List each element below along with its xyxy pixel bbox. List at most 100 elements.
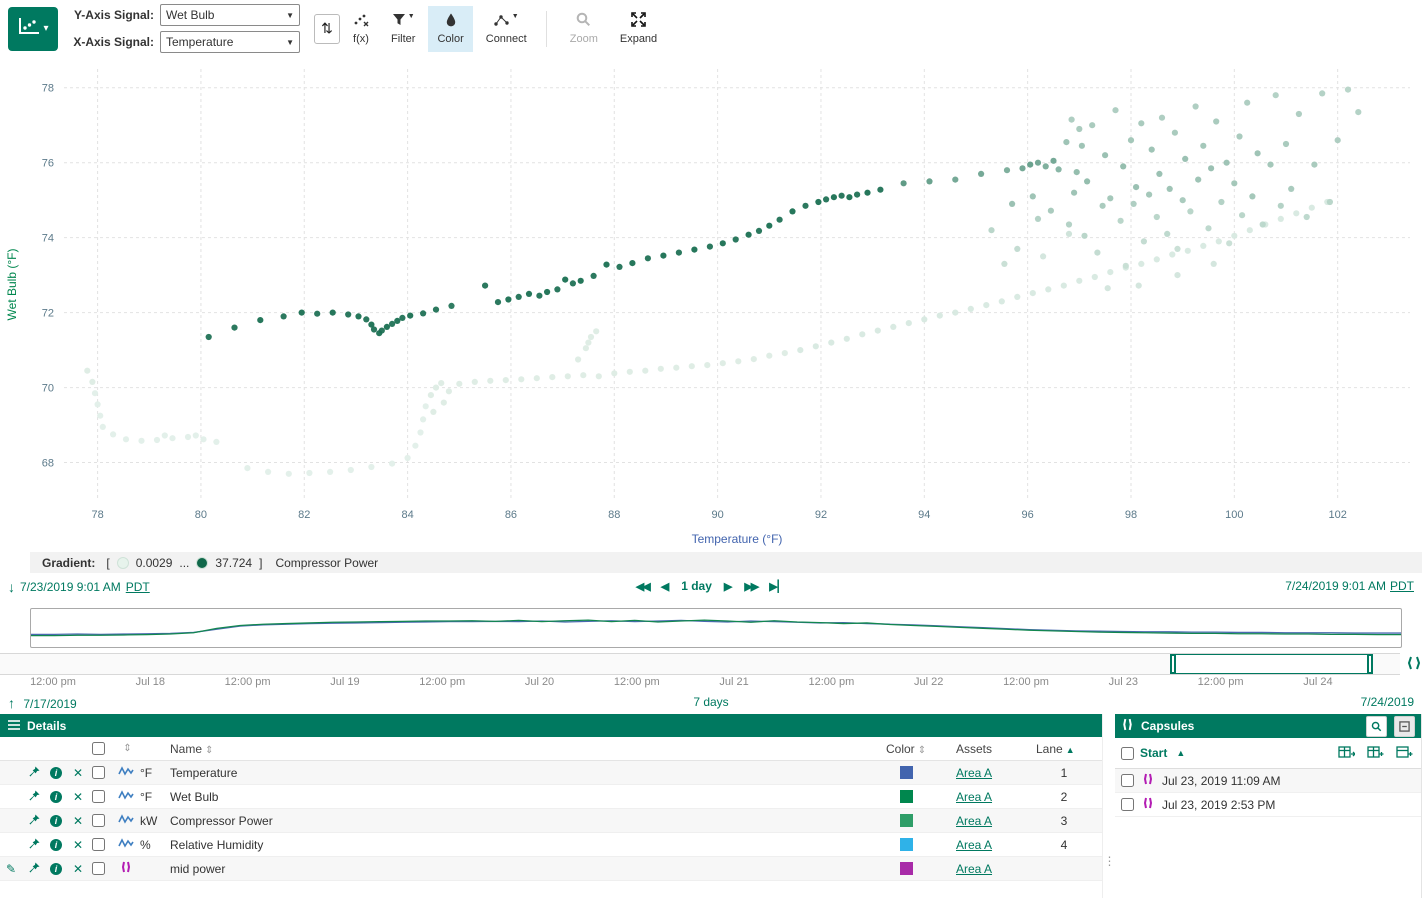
investigate-end-link[interactable]: 7/24/2019 bbox=[1361, 695, 1414, 709]
pin-icon[interactable] bbox=[22, 862, 46, 876]
scatter-chart[interactable]: 7880828486889092949698100102687072747678… bbox=[0, 57, 1422, 552]
sort-asc-icon: ▲ bbox=[1066, 745, 1075, 755]
capsule-checkbox[interactable] bbox=[1121, 774, 1134, 787]
info-icon[interactable]: i bbox=[50, 839, 62, 851]
capsules-search-button[interactable] bbox=[1366, 716, 1387, 737]
color-swatch[interactable] bbox=[900, 838, 913, 851]
capsules-select-all-checkbox[interactable] bbox=[1121, 747, 1134, 760]
timeline-axis: 12:00 pmJul 1812:00 pmJul 1912:00 pmJul … bbox=[0, 676, 1422, 690]
lane-column-header[interactable]: Lane bbox=[1036, 742, 1063, 756]
timeline-capsules-icon[interactable] bbox=[1406, 656, 1422, 673]
capsules-collapse-button[interactable] bbox=[1394, 716, 1415, 737]
info-icon[interactable]: i bbox=[50, 863, 62, 875]
step-forward-icon[interactable]: ▶ bbox=[724, 580, 732, 593]
asset-link[interactable]: Area A bbox=[956, 838, 1036, 852]
timeline-track[interactable] bbox=[0, 653, 1400, 675]
select-all-checkbox[interactable] bbox=[92, 742, 105, 755]
svg-text:98: 98 bbox=[1125, 509, 1137, 521]
edit-pencil-icon[interactable]: ✎ bbox=[0, 862, 22, 876]
asset-link[interactable]: Area A bbox=[956, 862, 1036, 876]
selection-left-handle[interactable] bbox=[1170, 654, 1176, 674]
start-column-header[interactable]: Start bbox=[1140, 746, 1167, 760]
duration-label[interactable]: 1 day bbox=[681, 579, 712, 593]
top-toolbar: ▾ Y-Axis Signal: Wet Bulb▼ X-Axis Signal… bbox=[0, 0, 1422, 57]
lane-number: 2 bbox=[1036, 790, 1092, 804]
y-axis-label: Y-Axis Signal: bbox=[70, 8, 154, 22]
fx-icon bbox=[353, 13, 369, 30]
selection-right-handle[interactable] bbox=[1367, 654, 1373, 674]
row-checkbox[interactable] bbox=[92, 814, 105, 827]
timeline-label: Jul 19 bbox=[330, 676, 359, 688]
pin-icon[interactable] bbox=[22, 766, 46, 780]
table-plus-icon[interactable] bbox=[1367, 745, 1384, 762]
pin-icon[interactable] bbox=[22, 814, 46, 828]
sort-icon[interactable]: ⇕ bbox=[918, 745, 926, 756]
timezone-link[interactable]: PDT bbox=[1390, 579, 1414, 593]
table-plus-icon[interactable] bbox=[1396, 745, 1413, 762]
panel-splitter[interactable]: ⋮ bbox=[1102, 714, 1115, 898]
timeline-label: 12:00 pm bbox=[614, 676, 660, 688]
assets-column-header[interactable]: Assets bbox=[956, 742, 1036, 756]
remove-icon[interactable]: ✕ bbox=[68, 766, 88, 780]
remove-icon[interactable]: ✕ bbox=[68, 814, 88, 828]
capsule-checkbox[interactable] bbox=[1121, 798, 1134, 811]
pin-icon[interactable] bbox=[22, 790, 46, 804]
sort-icon[interactable]: ⇕ bbox=[205, 745, 213, 756]
details-icon bbox=[8, 719, 20, 733]
display-end-link[interactable]: 7/24/2019 9:01 AM bbox=[1285, 579, 1386, 593]
remove-icon[interactable]: ✕ bbox=[68, 790, 88, 804]
step-forward-half-icon[interactable]: ▶▶ bbox=[744, 580, 757, 593]
x-axis-select[interactable]: Temperature▼ bbox=[160, 31, 300, 53]
svg-text:80: 80 bbox=[195, 509, 207, 521]
gradient-max-value: 37.724 bbox=[215, 556, 252, 570]
range-duration-link[interactable]: 7 days bbox=[693, 695, 728, 709]
trend-overview[interactable] bbox=[30, 608, 1402, 648]
filter-button[interactable]: ▼ Filter bbox=[382, 6, 424, 52]
connect-button[interactable]: ▼ Connect bbox=[477, 6, 536, 52]
step-to-now-icon[interactable]: ▶▏ bbox=[769, 580, 786, 593]
timeline-label: 12:00 pm bbox=[1003, 676, 1049, 688]
swap-axes-button[interactable]: ⇅ bbox=[314, 14, 340, 44]
table-row: ✎ i ✕ mid power Area A bbox=[0, 857, 1102, 881]
color-button[interactable]: Color bbox=[428, 6, 472, 52]
pin-icon[interactable] bbox=[22, 838, 46, 852]
row-checkbox[interactable] bbox=[92, 790, 105, 803]
table-arrow-icon[interactable] bbox=[1338, 745, 1355, 762]
color-column-header[interactable]: Color bbox=[886, 742, 915, 756]
scatter-plot-icon bbox=[17, 17, 41, 40]
row-checkbox[interactable] bbox=[92, 838, 105, 851]
color-swatch[interactable] bbox=[900, 862, 913, 875]
asset-link[interactable]: Area A bbox=[956, 814, 1036, 828]
color-swatch[interactable] bbox=[900, 790, 913, 803]
asset-link[interactable]: Area A bbox=[956, 766, 1036, 780]
remove-icon[interactable]: ✕ bbox=[68, 862, 88, 876]
info-icon[interactable]: i bbox=[50, 815, 62, 827]
condition-icon bbox=[1142, 797, 1154, 812]
svg-text:Temperature (°F): Temperature (°F) bbox=[692, 532, 783, 546]
asset-link[interactable]: Area A bbox=[956, 790, 1036, 804]
info-icon[interactable]: i bbox=[50, 767, 62, 779]
remove-icon[interactable]: ✕ bbox=[68, 838, 88, 852]
row-checkbox[interactable] bbox=[92, 862, 105, 875]
info-icon[interactable]: i bbox=[50, 791, 62, 803]
color-swatch[interactable] bbox=[900, 766, 913, 779]
lane-number: 3 bbox=[1036, 814, 1092, 828]
chevron-down-icon: ▼ bbox=[286, 11, 294, 20]
expand-button[interactable]: Expand bbox=[611, 6, 666, 52]
investigate-start-link[interactable]: 7/17/2019 bbox=[23, 697, 76, 711]
scatter-plot-view-button[interactable]: ▾ bbox=[8, 7, 58, 51]
sort-type-icon[interactable]: ⇕ bbox=[115, 743, 140, 754]
condition-icon bbox=[1142, 773, 1154, 788]
svg-text:72: 72 bbox=[42, 308, 54, 320]
timeline-selection[interactable] bbox=[1173, 654, 1370, 674]
row-checkbox[interactable] bbox=[92, 766, 105, 779]
gradient-min-dot bbox=[117, 557, 129, 569]
step-back-half-icon[interactable]: ◀◀ bbox=[636, 580, 649, 593]
timezone-link[interactable]: PDT bbox=[126, 580, 150, 594]
fx-button[interactable]: f(x) bbox=[344, 6, 378, 52]
y-axis-select[interactable]: Wet Bulb▼ bbox=[160, 4, 300, 26]
color-swatch[interactable] bbox=[900, 814, 913, 827]
display-start-link[interactable]: 7/23/2019 9:01 AM bbox=[20, 580, 121, 594]
name-column-header[interactable]: Name bbox=[170, 742, 202, 756]
step-back-icon[interactable]: ◀ bbox=[661, 580, 669, 593]
